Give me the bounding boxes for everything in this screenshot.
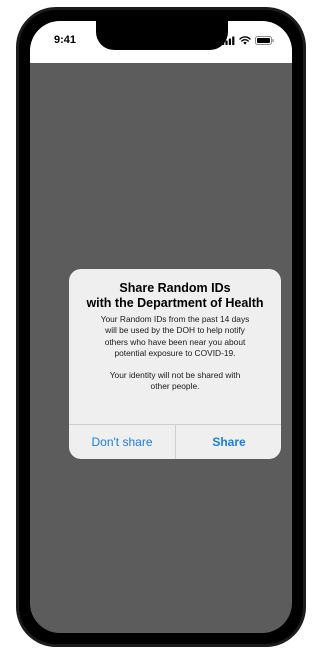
alert-title-line: Share Random IDs (119, 281, 231, 295)
share-button[interactable]: Share (176, 425, 281, 459)
alert-message-line: potential exposure to COVID-19. (114, 347, 236, 358)
status-bar: 9:41 (30, 21, 292, 63)
alert-note-line: Your identity will not be shared with (109, 370, 241, 381)
alert-title-line: with the Department of Health (86, 296, 264, 310)
alert-message-line: Your Random IDs from the past 14 days (100, 314, 250, 324)
phone-frame: 9:41 Share Random IDs with the Departmen… (16, 7, 306, 647)
alert-note-line: other people. (150, 381, 200, 392)
phone-notch (96, 21, 228, 50)
wifi-icon (239, 35, 251, 45)
status-icons (222, 35, 274, 45)
alert-message-line: will be used by the DOH to help notify (105, 325, 245, 336)
alert-title: Share Random IDs with the Department of … (69, 281, 281, 311)
share-random-ids-alert: Share Random IDs with the Department of … (69, 269, 281, 459)
alert-message-line: others who have been near you about (104, 336, 246, 347)
alert-message: Your Random IDs from the past 14 days wi… (69, 314, 281, 393)
dont-share-button[interactable]: Don't share (69, 425, 175, 459)
battery-icon (255, 35, 274, 45)
status-time: 9:41 (54, 34, 77, 46)
